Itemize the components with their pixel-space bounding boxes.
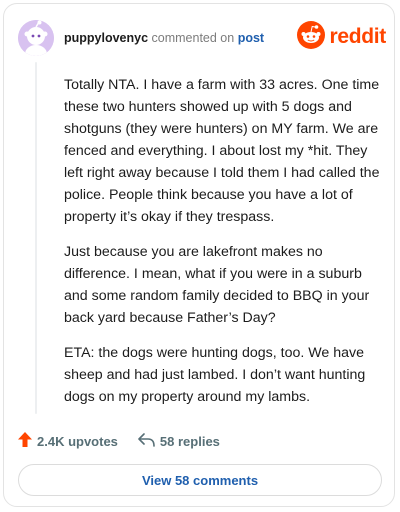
reddit-brand[interactable]: reddit	[297, 20, 386, 54]
reply-arrow-icon	[138, 432, 160, 450]
comment-header: puppylovenyc commented on post reddit	[18, 20, 386, 56]
upvote-button[interactable]: 2.4K upvotes	[18, 432, 118, 450]
thread-line	[35, 62, 37, 414]
comment-paragraph: ETA: the dogs were hunting dogs, too. We…	[64, 345, 366, 405]
view-comments-button[interactable]: View 58 comments	[18, 464, 382, 496]
reddit-wordmark: reddit	[329, 25, 386, 48]
snoo-avatar-icon[interactable]	[18, 20, 54, 56]
reddit-logo-icon	[297, 20, 326, 54]
comment-paragraph: Totally NTA. I have a farm with 33 acres…	[64, 77, 380, 225]
comment-meta: puppylovenyc commented on post	[64, 30, 264, 46]
action-text: commented on	[151, 31, 235, 45]
comment-paragraph: Just because you are lakefront makes no …	[64, 244, 370, 326]
reply-count: 58 replies	[159, 433, 220, 449]
post-link[interactable]: post	[238, 31, 264, 45]
replies-button[interactable]: 58 replies	[138, 432, 220, 450]
username-link[interactable]: puppylovenyc	[64, 31, 148, 45]
comment-actions: 2.4K upvotes 58 replies	[18, 430, 220, 452]
upvote-count: 2.4K upvotes	[37, 433, 118, 449]
upvote-arrow-icon	[18, 432, 37, 450]
comment-body: Totally NTA. I have a farm with 33 acres…	[64, 74, 382, 421]
comment-card: puppylovenyc commented on post reddit To…	[3, 3, 395, 507]
